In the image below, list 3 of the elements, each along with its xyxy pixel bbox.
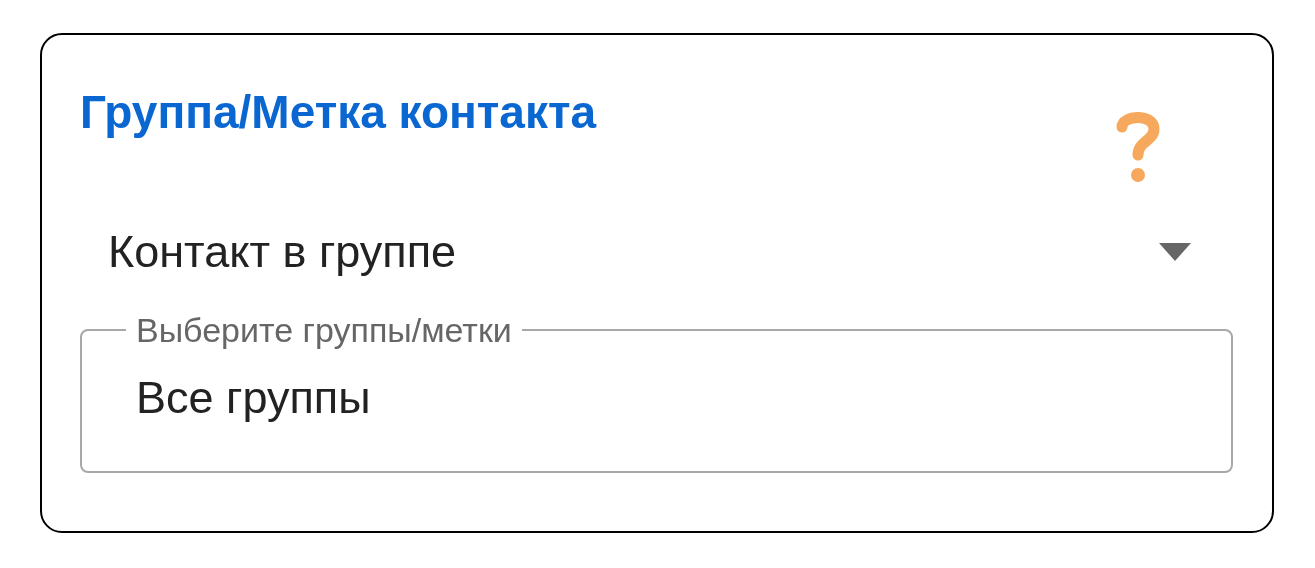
- caret-icon: [1159, 243, 1191, 261]
- group-dropdown[interactable]: Контакт в группе: [108, 217, 1233, 287]
- help-icon[interactable]: [1116, 109, 1160, 185]
